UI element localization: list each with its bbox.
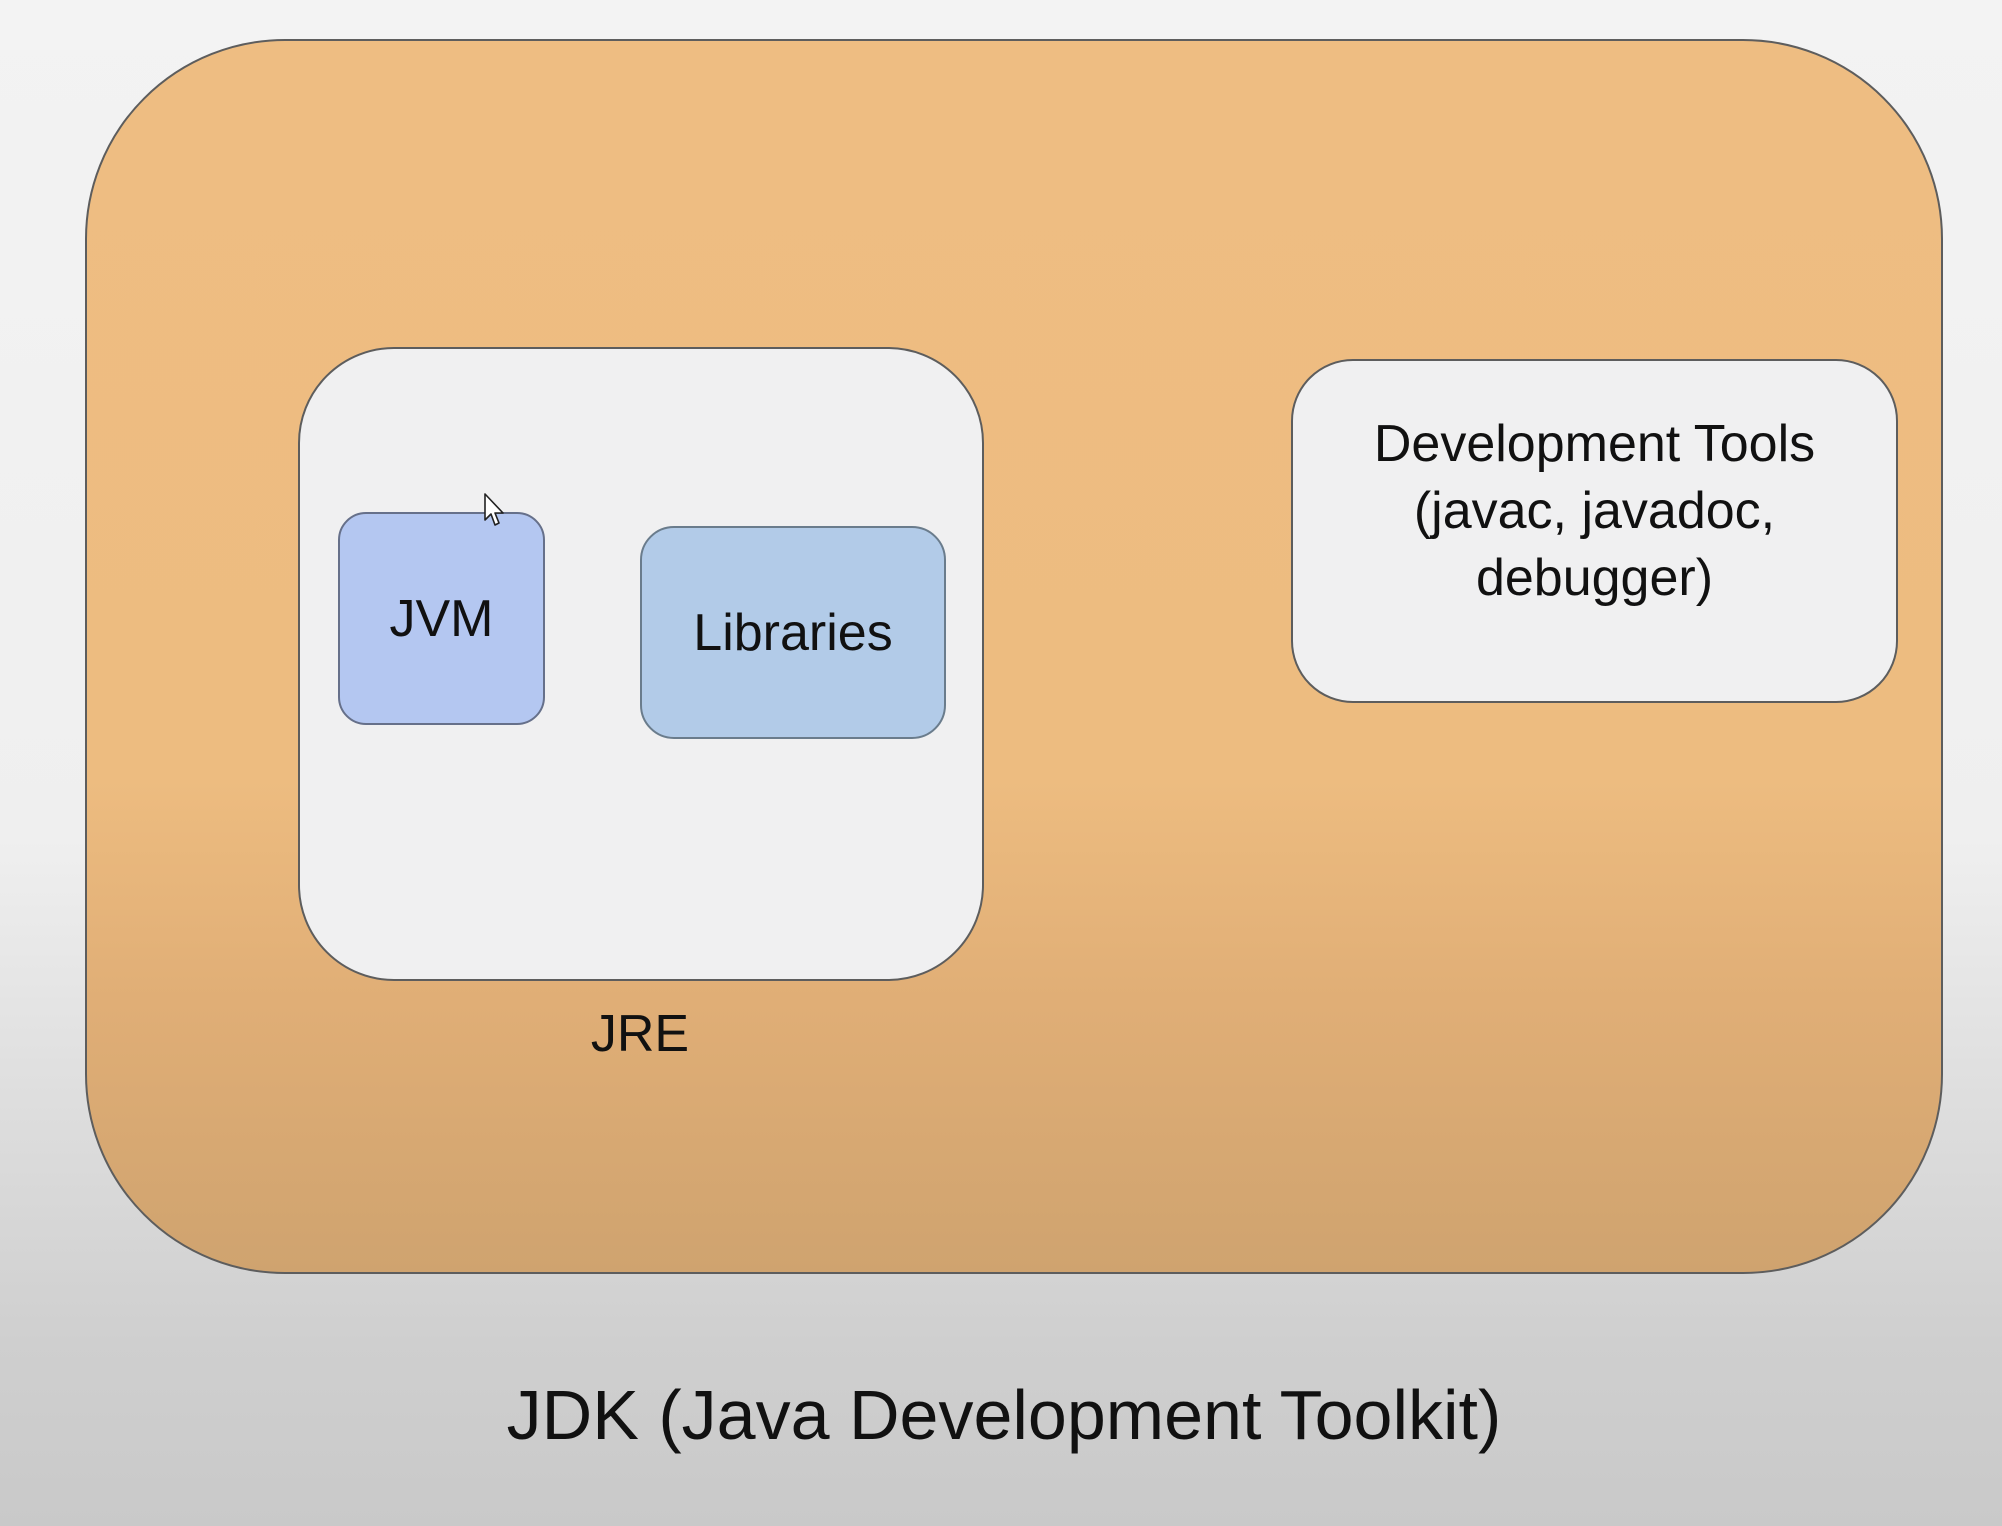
jdk-title: JDK (Java Development Toolkit)	[506, 1376, 1502, 1454]
development-tools-label: Development Tools (javac, javadoc, debug…	[1373, 415, 1816, 607]
jvm-label: JVM	[389, 589, 494, 648]
jvm-box: JVM	[338, 512, 545, 725]
mouse-pointer-icon	[484, 493, 504, 526]
libraries-label: Libraries	[693, 603, 893, 662]
development-tools-box: Development Tools (javac, javadoc, debug…	[1291, 359, 1898, 703]
jre-label: JRE	[590, 1005, 690, 1063]
libraries-box: Libraries	[640, 526, 946, 739]
